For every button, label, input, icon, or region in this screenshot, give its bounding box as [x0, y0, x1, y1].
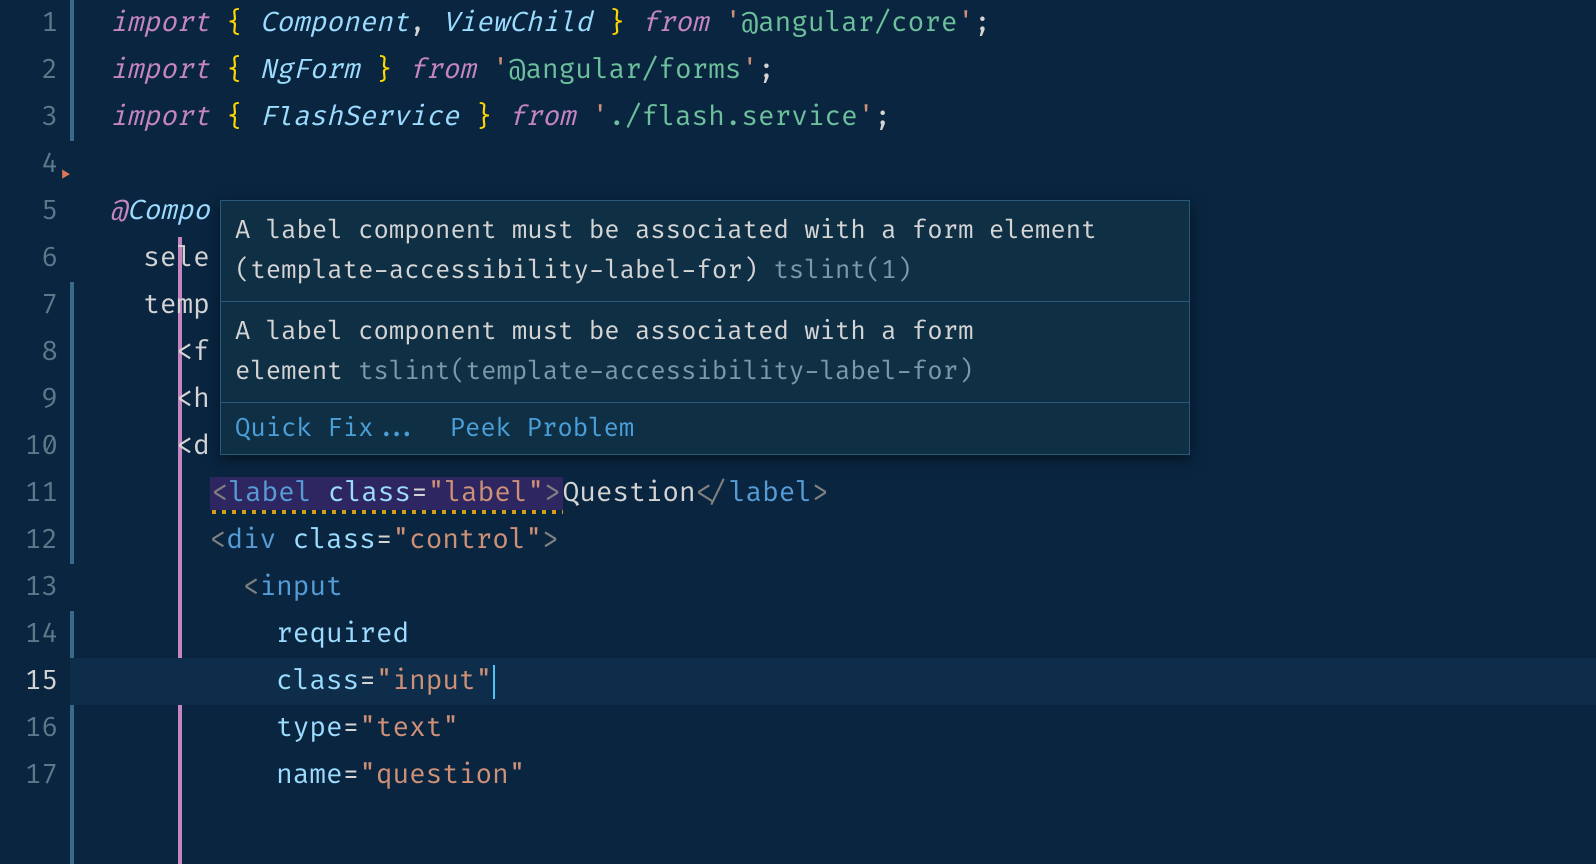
text-cursor: [493, 665, 495, 699]
code-line[interactable]: import { NgForm } from '@angular/forms';: [70, 47, 1596, 94]
line-number[interactable]: 15: [0, 658, 58, 705]
line-number[interactable]: 14: [0, 611, 58, 658]
line-number[interactable]: 6: [0, 235, 58, 282]
code-line[interactable]: type="text": [70, 705, 1596, 752]
code-line[interactable]: required: [70, 611, 1596, 658]
lint-warning-span[interactable]: <label class="label">: [210, 477, 563, 510]
code-line[interactable]: <div class="control">: [70, 517, 1596, 564]
line-number[interactable]: 4▸: [0, 141, 58, 188]
line-number[interactable]: 8: [0, 329, 58, 376]
code-line[interactable]: name="question": [70, 752, 1596, 799]
line-number[interactable]: 2: [0, 47, 58, 94]
line-number[interactable]: 12: [0, 517, 58, 564]
diagnostic-actions: Quick Fix... Peek Problem: [221, 403, 1189, 454]
diagnostic-hover-popup: A label component must be associated wit…: [220, 200, 1190, 455]
line-number[interactable]: 9: [0, 376, 58, 423]
line-number[interactable]: 16: [0, 705, 58, 752]
code-line-current[interactable]: class="input": [70, 658, 1596, 705]
line-number[interactable]: 5: [0, 188, 58, 235]
line-number[interactable]: 1: [0, 0, 58, 47]
diagnostic-message: A label component must be associated wit…: [221, 302, 1189, 403]
diagnostic-message: A label component must be associated wit…: [221, 201, 1189, 302]
code-line[interactable]: <label class="label">Question</label>: [70, 470, 1596, 517]
line-number[interactable]: 7: [0, 282, 58, 329]
peek-problem-action[interactable]: Peek Problem: [450, 413, 635, 444]
code-line[interactable]: import { FlashService } from './flash.se…: [70, 94, 1596, 141]
code-line[interactable]: import { Component, ViewChild } from '@a…: [70, 0, 1596, 47]
line-number[interactable]: 11: [0, 470, 58, 517]
line-number[interactable]: 13: [0, 564, 58, 611]
code-line[interactable]: <input: [70, 564, 1596, 611]
line-number[interactable]: 10: [0, 423, 58, 470]
code-line[interactable]: [70, 141, 1596, 188]
line-number[interactable]: 17: [0, 752, 58, 799]
quick-fix-action[interactable]: Quick Fix...: [235, 413, 420, 444]
line-number-gutter[interactable]: 1 2 3 4▸ 5 6 7 8 9 10 11 12 13 14 15 16 …: [0, 0, 70, 864]
line-number[interactable]: 3: [0, 94, 58, 141]
